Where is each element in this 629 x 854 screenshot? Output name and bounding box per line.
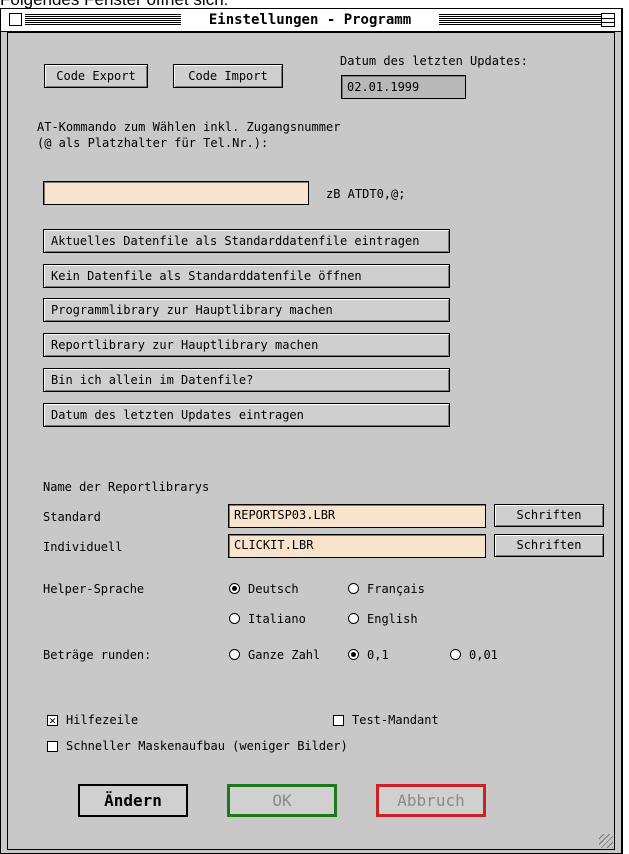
individual-label: Individuell: [43, 540, 123, 554]
dialog-body: Code Export Code Import Datum des letzte…: [7, 32, 615, 850]
document-caption: Folgendes Fenster öffnet sich:: [0, 0, 629, 8]
radio-one-decimal-label: 0,1: [367, 648, 389, 662]
code-import-button[interactable]: Code Import: [173, 64, 283, 88]
enter-update-date-button[interactable]: Datum des letzten Updates eintragen: [43, 403, 450, 427]
code-export-button[interactable]: Code Export: [44, 64, 148, 88]
last-update-field: 02.01.1999: [341, 75, 466, 99]
at-command-label-1: AT-Kommando zum Wählen inkl. Zugangsnumm…: [37, 120, 341, 134]
window-title: Einstellungen - Programm: [181, 10, 439, 30]
report-library-main-button[interactable]: Reportlibrary zur Hauptlibrary machen: [43, 333, 450, 357]
at-command-input[interactable]: [43, 181, 309, 205]
radio-francais-label: Français: [367, 582, 425, 596]
standard-fonts-button[interactable]: Schriften: [494, 504, 604, 527]
radio-english-label: English: [367, 612, 418, 626]
settings-window: Einstellungen - Programm Code Export Cod…: [0, 8, 623, 854]
test-client-label: Test-Mandant: [352, 713, 439, 727]
program-library-main-button[interactable]: Programmlibrary zur Hauptlibrary machen: [43, 298, 450, 322]
fast-masks-checkbox[interactable]: [47, 741, 58, 752]
radio-italiano-label: Italiano: [248, 612, 306, 626]
radio-deutsch-label: Deutsch: [248, 582, 299, 596]
radio-two-decimals[interactable]: [450, 649, 461, 660]
at-command-hint: zB ATDT0,@;: [326, 187, 406, 201]
standard-library-field[interactable]: REPORTSP03.LBR: [228, 504, 486, 528]
test-client-checkbox[interactable]: [333, 715, 344, 726]
at-command-label-2: (@ als Platzhalter für Tel.Nr.):: [37, 136, 269, 150]
close-box-icon[interactable]: [9, 13, 22, 26]
title-bar[interactable]: Einstellungen - Programm: [1, 9, 621, 32]
radio-english[interactable]: [348, 613, 359, 624]
last-update-label: Datum des letzten Updates:: [340, 54, 528, 68]
individual-library-field[interactable]: CLICKIT.LBR: [228, 534, 486, 558]
help-line-checkbox[interactable]: ✕: [47, 715, 58, 726]
radio-whole-number[interactable]: [229, 649, 240, 660]
radio-whole-number-label: Ganze Zahl: [248, 648, 321, 662]
no-default-datafile-button[interactable]: Kein Datenfile als Standarddatenfile öff…: [43, 264, 450, 288]
report-libraries-heading: Name der Reportlibrarys: [43, 480, 210, 494]
standard-label: Standard: [43, 510, 101, 524]
ok-button[interactable]: OK: [227, 784, 337, 817]
help-line-label: Hilfezeile: [66, 713, 139, 727]
resize-grip-icon[interactable]: [599, 834, 613, 848]
alone-in-datafile-button[interactable]: Bin ich allein im Datenfile?: [43, 368, 450, 392]
fast-masks-label: Schneller Maskenaufbau (weniger Bilder): [66, 739, 348, 753]
radio-deutsch[interactable]: [229, 583, 240, 594]
set-default-datafile-button[interactable]: Aktuelles Datenfile als Standarddatenfil…: [43, 229, 450, 253]
cancel-button[interactable]: Abbruch: [376, 784, 486, 817]
change-button[interactable]: Ändern: [78, 784, 188, 817]
radio-two-decimals-label: 0,01: [469, 648, 498, 662]
individual-fonts-button[interactable]: Schriften: [494, 534, 604, 557]
radio-one-decimal[interactable]: [348, 649, 359, 660]
radio-italiano[interactable]: [229, 613, 240, 624]
rounding-label: Beträge runden:: [43, 648, 152, 662]
helper-language-label: Helper-Sprache: [43, 582, 145, 596]
radio-francais[interactable]: [348, 583, 359, 594]
zoom-box-icon[interactable]: [601, 13, 615, 27]
